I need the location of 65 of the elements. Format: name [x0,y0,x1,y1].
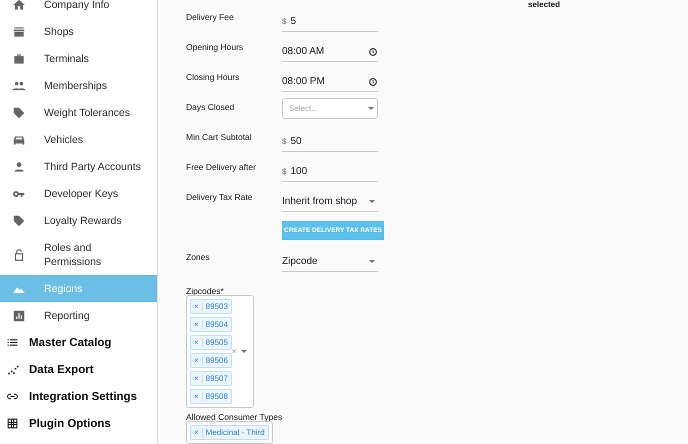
multi-select-field[interactable]: × Medicinal - Third [186,420,273,444]
clock-icon [368,76,378,87]
tag-chip: × 89508 [190,388,232,404]
field-label: Delivery Tax Rate [186,192,254,204]
amount-field[interactable]: $ 50 [282,132,378,152]
person-icon [12,160,26,174]
dropdown[interactable]: Inherit from shop [282,192,378,212]
remove-tag-button[interactable]: × [191,428,203,437]
dropdown[interactable]: Zipcode [282,252,378,272]
remove-tag-button[interactable]: × [191,374,203,383]
sidebar-item[interactable]: Loyalty Rewards [0,207,157,234]
time-field[interactable]: 08:00 PM [282,72,378,92]
caret-icon [369,200,375,204]
field-label: Allowed Consumer Types [186,412,282,423]
sidebar-item[interactable]: Integration Settings [0,383,157,410]
sidebar-item[interactable]: Company Info [0,0,157,18]
sidebar-item[interactable]: Terminals [0,45,157,72]
tag-chip: × 89504 [190,316,232,332]
sidebar-item[interactable]: Master Catalog [0,329,157,356]
clock-icon [368,46,378,57]
amount-field[interactable]: $ 5 [282,12,378,32]
remove-tag-button[interactable]: × [191,356,203,365]
bar-chart-icon [12,308,26,322]
field-label: Min Cart Subtotal [186,132,253,144]
remove-tag-button[interactable]: × [191,392,203,401]
tag-icon [12,214,26,228]
tag-chip: × Medicinal - Third [190,424,269,440]
caret-icon [240,350,247,353]
field-label: Closing Hours [186,72,240,84]
tag-icon [12,106,26,120]
sidebar-item[interactable]: Developer Keys [0,180,157,207]
status-text: selected [528,0,562,9]
sidebar-item[interactable]: Plugin Options [0,410,157,437]
field-label: Zones [186,252,211,263]
multi-select-field[interactable]: × 89503 × 89504 × 89505 × 89506 × 89507 × 89508 × [186,294,254,408]
tag-chip: × 89506 [190,352,232,368]
sidebar-item[interactable]: Vehicles [0,126,157,153]
grid-icon [6,417,19,430]
sidebar-item[interactable]: Memberships [0,72,157,99]
field-label: Opening Hours [186,42,244,54]
field-label: Days Closed [186,102,236,114]
lock-icon [12,248,26,262]
field-label: Zipcodes* [186,286,224,297]
field-label: Delivery Fee [186,12,235,23]
tag-chip: × 89507 [190,370,232,386]
sidebar-item[interactable]: Shops [0,18,157,45]
remove-tag-button[interactable]: × [191,338,203,347]
home-icon [12,0,26,12]
time-field[interactable]: 08:00 AM [282,42,378,62]
caret-icon [369,260,375,263]
tag-chip: × 89505 [190,334,232,350]
sidebar-item[interactable]: Data Export [0,356,157,383]
scatter-icon [6,363,19,376]
remove-tag-button[interactable]: × [191,320,203,329]
caret-icon [368,107,374,110]
sidebar-item[interactable]: Roles and Permissions [0,234,157,275]
store-icon [12,24,26,38]
amount-field[interactable]: $ 100 [282,162,378,182]
sidebar-item[interactable]: Weight Tolerances [0,99,157,126]
remove-tag-button[interactable]: × [191,302,203,311]
field-label: Free Delivery after [186,162,257,174]
briefcase-icon [12,52,26,66]
tag-chip: × 89503 [190,298,232,314]
sidebar-item[interactable]: Reporting [0,302,157,329]
sidebar-item[interactable]: Third Party Accounts [0,153,157,180]
